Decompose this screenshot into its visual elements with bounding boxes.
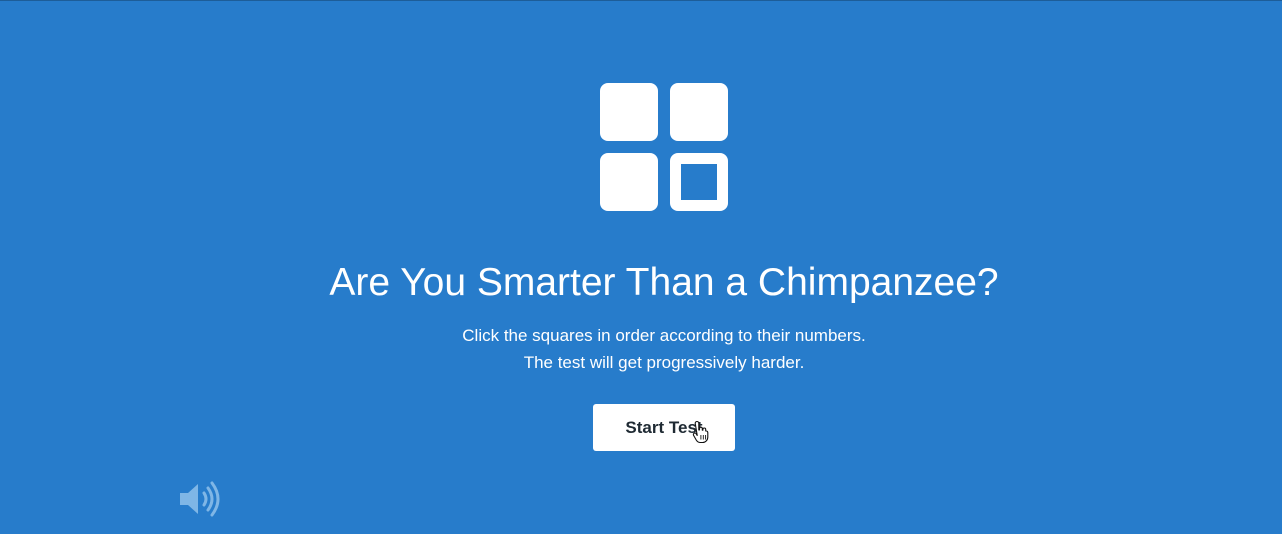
page-title: Are You Smarter Than a Chimpanzee? [329,261,999,304]
instructions: Click the squares in order according to … [0,322,1282,376]
instructions-line-1: Click the squares in order according to … [462,326,866,345]
chimp-test-squares-icon [600,83,728,211]
speaker-volume-icon[interactable] [178,481,222,517]
instructions-line-2: The test will get progressively harder. [523,353,805,372]
test-page: Are You Smarter Than a Chimpanzee? Click… [0,0,1282,534]
start-test-button[interactable]: Start Test [593,404,735,451]
